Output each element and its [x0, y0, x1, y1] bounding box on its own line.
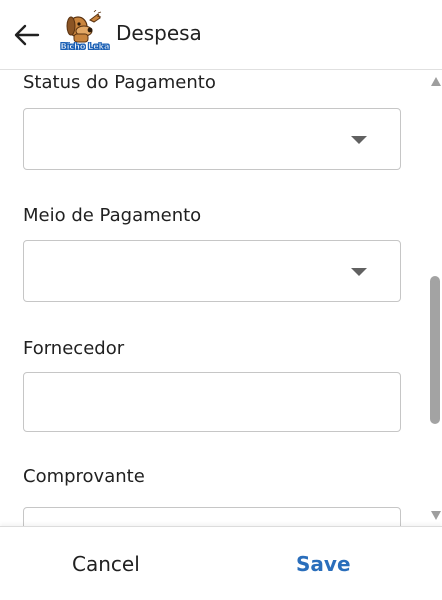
comprovante-field[interactable]: [23, 507, 401, 526]
footer-actions: Cancel Save: [0, 526, 442, 600]
scroll-down-arrow-icon[interactable]: [431, 511, 441, 520]
fornecedor-label: Fornecedor: [23, 338, 125, 359]
arrow-left-icon: [14, 24, 40, 46]
chevron-down-icon: [351, 268, 367, 276]
chevron-down-icon: [351, 136, 367, 144]
meio-pagamento-select[interactable]: [23, 240, 401, 302]
meio-pagamento-label: Meio de Pagamento: [23, 205, 202, 226]
fornecedor-input[interactable]: [23, 372, 401, 432]
scroll-up-arrow-icon[interactable]: [431, 77, 441, 86]
save-button[interactable]: Save: [296, 549, 351, 579]
cancel-button[interactable]: Cancel: [72, 549, 140, 579]
logo-text: Bicho Leka: [60, 42, 110, 52]
dog-mascot-icon: [66, 9, 102, 43]
page-title: Despesa: [116, 21, 202, 45]
status-pagamento-select[interactable]: [23, 108, 401, 170]
form-area: Status do Pagamento Meio de Pagamento Fo…: [0, 71, 430, 526]
app-header: Bicho Leka Despesa: [0, 0, 442, 70]
back-button[interactable]: [10, 18, 44, 52]
comprovante-label: Comprovante: [23, 466, 145, 487]
brand-logo: Bicho Leka: [60, 9, 110, 60]
status-pagamento-label: Status do Pagamento: [23, 72, 216, 93]
scroll-thumb[interactable]: [430, 276, 440, 424]
scrollbar[interactable]: [428, 71, 442, 526]
